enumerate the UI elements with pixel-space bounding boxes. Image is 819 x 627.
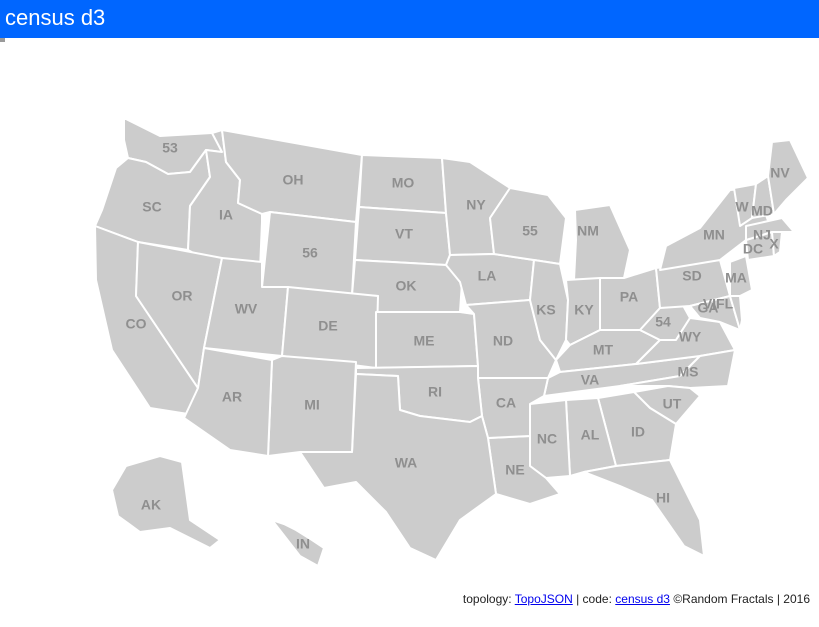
state-label: WA <box>395 455 418 471</box>
us-state-map: 53 SC IA OH MO NY 55 NM NV W MD DC NJ X … <box>94 117 809 567</box>
state-label: OR <box>172 288 193 304</box>
state-label: W <box>735 199 749 215</box>
state-label: 55 <box>522 223 538 239</box>
state-label: MO <box>392 175 415 191</box>
state-label: WV <box>235 301 258 317</box>
state-label: MN <box>703 227 725 243</box>
state-label: AR <box>222 389 242 405</box>
state-fl[interactable] <box>583 459 705 557</box>
state-label: SC <box>142 199 161 215</box>
state-label: NE <box>505 462 524 478</box>
state-label: CO <box>126 316 147 332</box>
state-label: NV <box>770 165 790 181</box>
state-label: HI <box>656 490 670 506</box>
footer-prefix: topology: <box>462 592 512 606</box>
state-label: NM <box>577 223 599 239</box>
state-label: MS <box>678 364 699 380</box>
state-label: 53 <box>162 140 178 156</box>
state-ak[interactable] <box>111 455 221 549</box>
state-label: IA <box>219 207 233 223</box>
state-label: KY <box>574 302 594 318</box>
state-label: KS <box>536 302 555 318</box>
state-label: AL <box>581 427 600 443</box>
state-label: ID <box>631 424 645 440</box>
state-label: MA <box>725 270 747 286</box>
state-label: NJ <box>753 227 771 243</box>
census-d3-link[interactable]: census d3 <box>615 592 670 606</box>
state-label: ME <box>414 333 435 349</box>
state-label: DC <box>743 241 763 257</box>
state-label: DE <box>318 318 337 334</box>
state-label: GA <box>698 300 719 316</box>
state-label: LA <box>478 268 497 284</box>
state-label: PA <box>620 289 638 305</box>
app-title: census d3 <box>5 5 106 30</box>
state-label: UT <box>663 396 682 412</box>
state-label: MT <box>593 342 614 358</box>
state-label: VA <box>581 372 599 388</box>
state-label: RI <box>428 384 442 400</box>
state-label: CA <box>496 395 516 411</box>
app-header: census d3 <box>0 0 819 38</box>
topojson-link[interactable]: TopoJSON <box>515 592 573 606</box>
state-label: IN <box>296 536 310 552</box>
state-label: NC <box>537 431 557 447</box>
state-label: ND <box>493 333 513 349</box>
state-label: SD <box>682 268 701 284</box>
state-label: NY <box>466 197 486 213</box>
state-label: WY <box>679 329 702 345</box>
state-label: MD <box>751 203 773 219</box>
footer-copyright: ©Random Fractals | 2016 <box>673 592 810 606</box>
footer-separator: | code: <box>576 592 612 606</box>
state-label: OK <box>396 278 417 294</box>
state-label: VT <box>395 226 413 242</box>
state-label: AK <box>141 497 161 513</box>
footer-credits: topology: TopoJSON | code: census d3 ©Ra… <box>463 592 810 606</box>
state-label: X <box>769 236 779 252</box>
state-mi[interactable] <box>573 204 631 281</box>
state-label: 56 <box>302 245 318 261</box>
state-label: MI <box>304 397 320 413</box>
state-label: OH <box>283 172 304 188</box>
state-label: 54 <box>655 314 671 330</box>
